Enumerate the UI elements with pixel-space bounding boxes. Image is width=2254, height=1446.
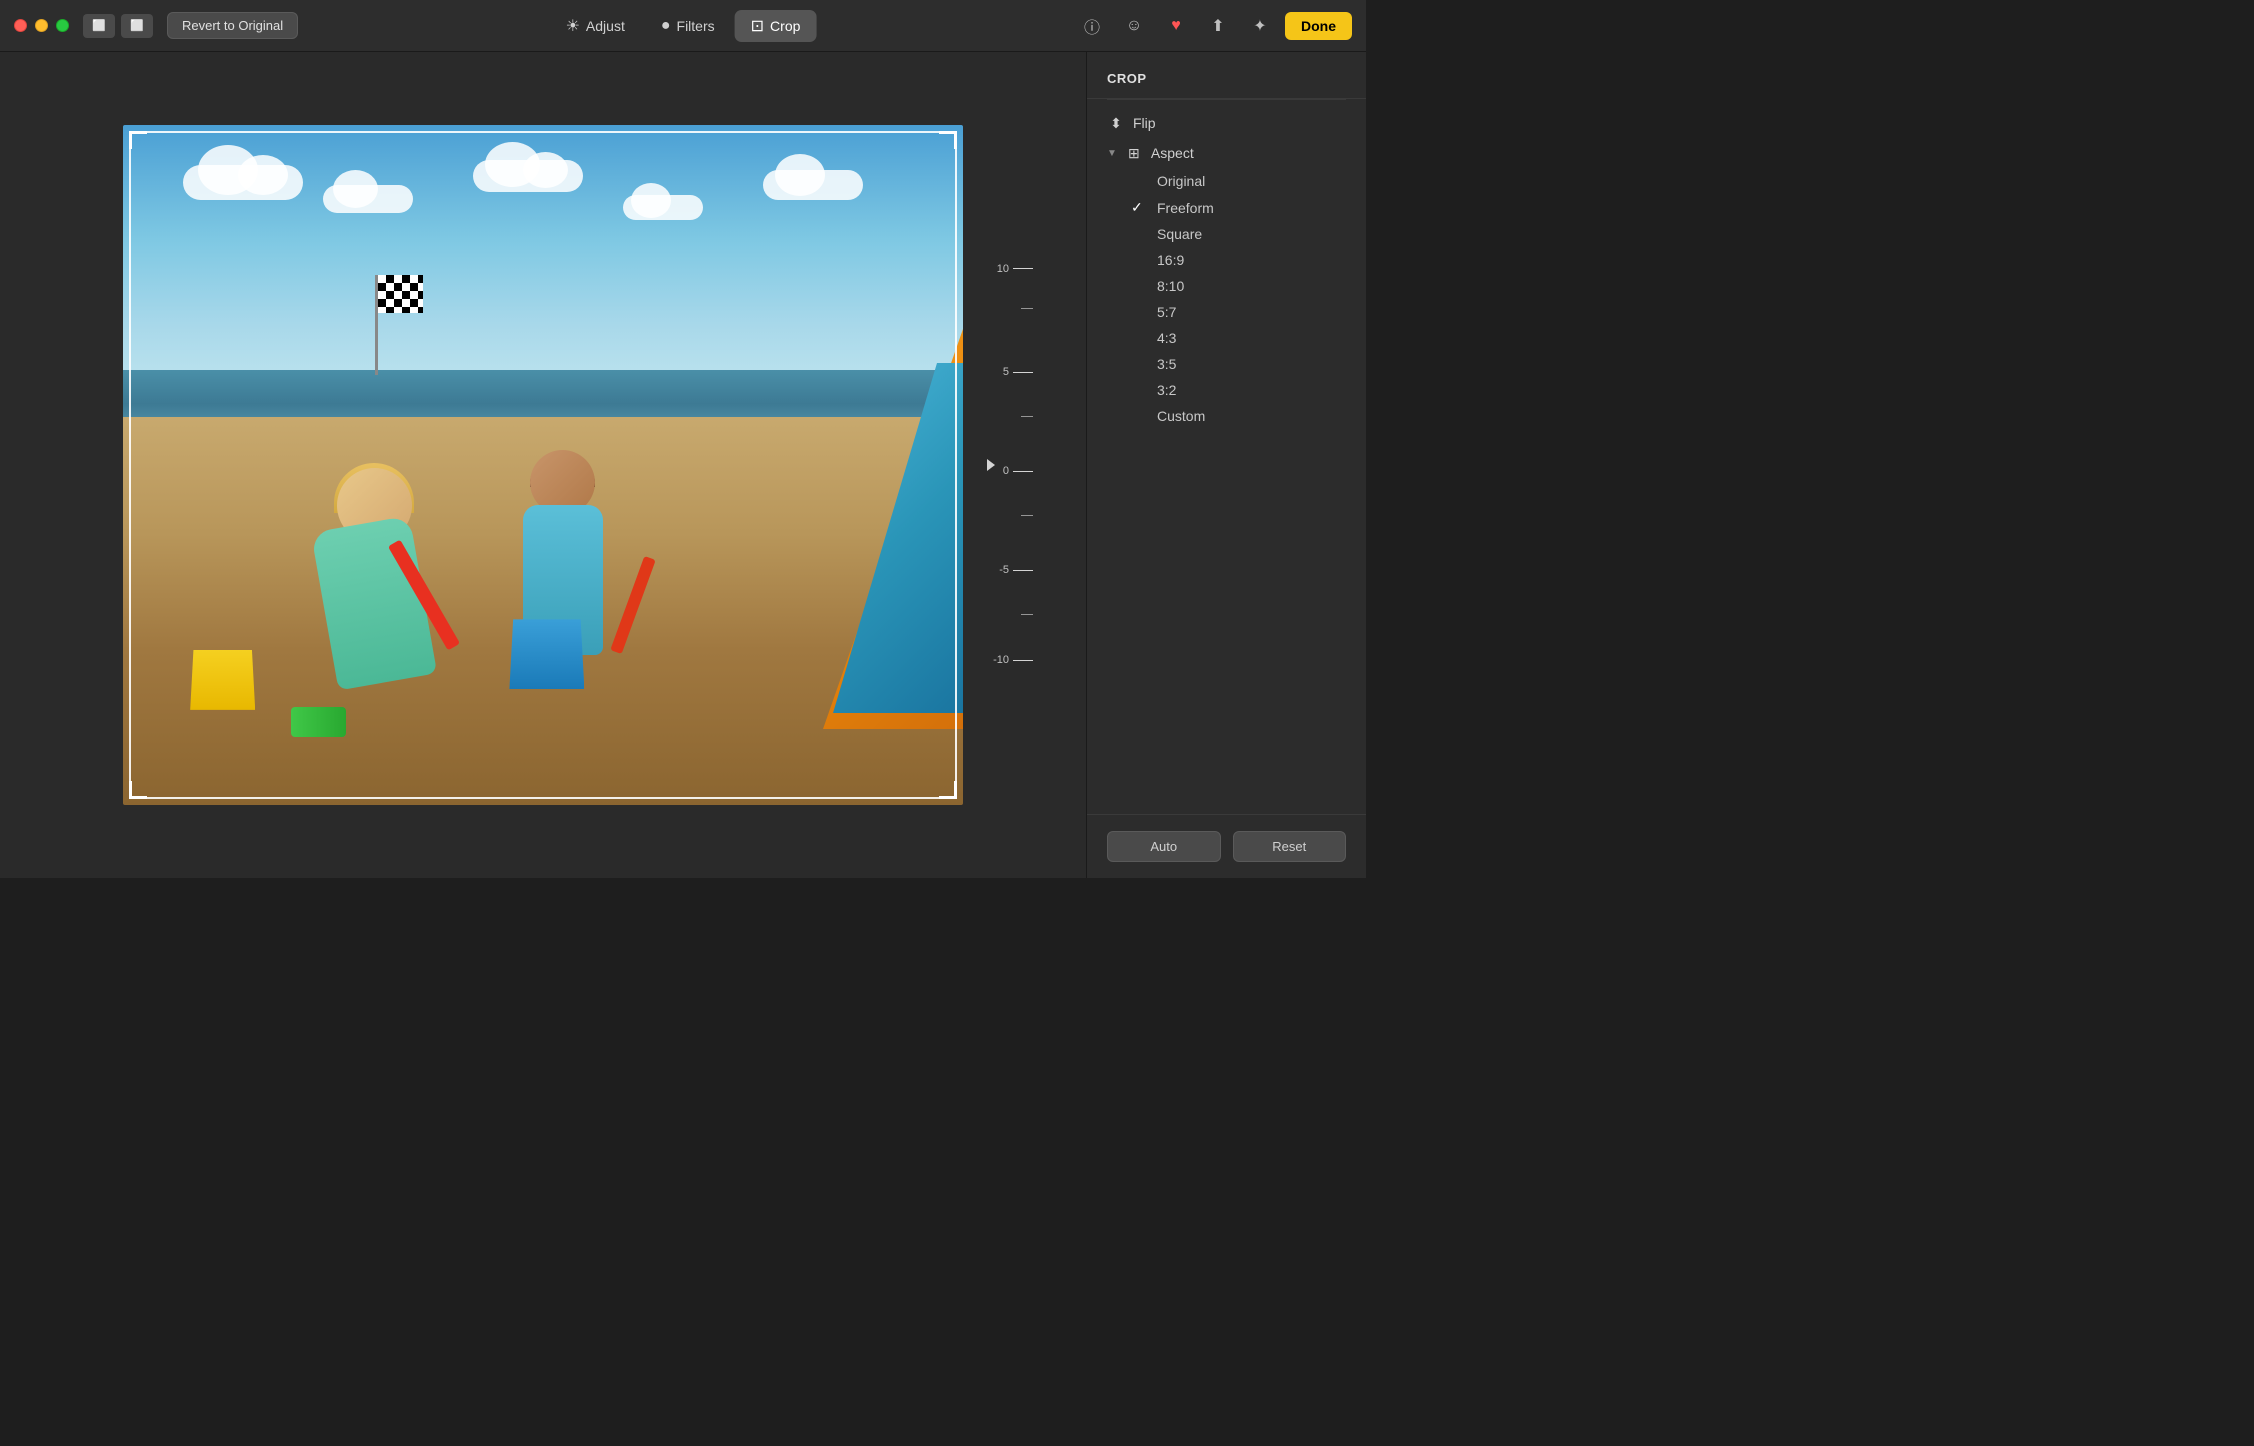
bucket-yellow (190, 650, 255, 710)
adjust-icon: ☀ (566, 16, 580, 36)
aspect-5-7[interactable]: 5:7 (1087, 299, 1366, 325)
cloud-1 (183, 165, 303, 200)
child-right (493, 375, 633, 655)
auto-button[interactable]: Auto (1107, 831, 1221, 862)
sidebar: CROP ⬍ Flip ▼ ⊞ Aspect Original (1086, 52, 1366, 878)
8-10-label: 8:10 (1157, 278, 1184, 294)
spade-green (291, 707, 346, 737)
aspect-original[interactable]: Original (1087, 168, 1366, 194)
tile-right-button[interactable]: ⬜ (121, 14, 153, 38)
cloud-3 (473, 160, 583, 192)
aspect-3-2[interactable]: 3:2 (1087, 377, 1366, 403)
reset-button[interactable]: Reset (1233, 831, 1347, 862)
rotation-ruler: 10 5 0 (983, 215, 1043, 715)
maximize-button[interactable] (56, 19, 69, 32)
toolbar-center: ☀ Adjust ● Filters ⊡ Crop (550, 10, 817, 42)
aspect-item[interactable]: ▼ ⊞ Aspect (1087, 138, 1366, 168)
flag (378, 275, 423, 313)
ruler-mark-neg5: -5 (985, 564, 1033, 576)
photo-container: 10 5 0 (123, 125, 963, 805)
crop-label: Crop (770, 18, 800, 34)
emoji-button[interactable]: ☺ (1117, 12, 1151, 40)
ruler-mark-5: 5 (985, 366, 1033, 378)
ruler-mark-minor2 (993, 416, 1033, 417)
toolbar-right: ⓘ ☺ ♥ ⬆ ✦ Done (1075, 12, 1352, 40)
5-7-label: 5:7 (1157, 304, 1176, 320)
magic-button[interactable]: ✦ (1243, 12, 1277, 40)
clouds (123, 145, 963, 349)
filters-button[interactable]: ● Filters (645, 11, 731, 41)
cloud-5 (763, 170, 863, 200)
filters-icon: ● (661, 17, 671, 35)
minimize-button[interactable] (35, 19, 48, 32)
info-icon: ⓘ (1084, 14, 1100, 38)
ruler-mark-minor3 (993, 515, 1033, 516)
sidebar-header: CROP (1087, 52, 1366, 99)
bucket-blue (509, 619, 584, 689)
sidebar-footer: Auto Reset (1087, 814, 1366, 878)
3-2-label: 3:2 (1157, 382, 1176, 398)
share-icon: ⬆ (1211, 16, 1224, 36)
sidebar-content: ⬍ Flip ▼ ⊞ Aspect Original ✓ Freeform (1087, 100, 1366, 814)
16-9-label: 16:9 (1157, 252, 1184, 268)
aspect-4-3[interactable]: 4:3 (1087, 325, 1366, 351)
photo-area: 10 5 0 (0, 52, 1086, 878)
square-label: Square (1157, 226, 1202, 242)
close-button[interactable] (14, 19, 27, 32)
aspect-3-5[interactable]: 3:5 (1087, 351, 1366, 377)
aspect-freeform[interactable]: ✓ Freeform (1087, 194, 1366, 221)
traffic-lights (14, 19, 69, 32)
aspect-8-10[interactable]: 8:10 (1087, 273, 1366, 299)
emoji-icon: ☺ (1126, 17, 1142, 35)
aspect-label: Aspect (1151, 145, 1346, 161)
info-button[interactable]: ⓘ (1075, 12, 1109, 40)
aspect-section: Original ✓ Freeform Square 16:9 8:10 (1087, 168, 1366, 429)
ruler-mark-0: 0 (985, 465, 1033, 477)
sidebar-title: CROP (1107, 71, 1147, 86)
aspect-16-9[interactable]: 16:9 (1087, 247, 1366, 273)
main-area: 10 5 0 (0, 52, 1366, 878)
cloud-2 (323, 185, 413, 213)
custom-label: Custom (1157, 408, 1205, 424)
4-3-label: 4:3 (1157, 330, 1176, 346)
window-controls: ⬜ ⬜ (83, 14, 153, 38)
adjust-label: Adjust (586, 18, 625, 34)
crop-button[interactable]: ⊡ Crop (735, 10, 817, 42)
cloud-4 (623, 195, 703, 220)
aspect-custom[interactable]: Custom (1087, 403, 1366, 429)
flip-item[interactable]: ⬍ Flip (1087, 108, 1366, 138)
original-label: Original (1157, 173, 1205, 189)
ruler-mark-minor1 (993, 308, 1033, 309)
ruler-mark-minor4 (993, 614, 1033, 615)
ruler-marks: 10 5 0 (983, 240, 1033, 690)
aspect-chevron-icon: ▼ (1107, 148, 1117, 159)
adjust-button[interactable]: ☀ Adjust (550, 10, 641, 42)
flip-icon: ⬍ (1107, 114, 1125, 132)
share-button[interactable]: ⬆ (1201, 12, 1235, 40)
child-left-body (311, 515, 437, 690)
ruler-pointer (987, 459, 995, 471)
freeform-label: Freeform (1157, 200, 1214, 216)
3-5-label: 3:5 (1157, 356, 1176, 372)
ruler-mark-neg10: -10 (985, 654, 1033, 666)
tile-left-button[interactable]: ⬜ (83, 14, 115, 38)
heart-icon: ♥ (1171, 17, 1181, 35)
magic-icon: ✦ (1253, 16, 1266, 36)
heart-button[interactable]: ♥ (1159, 12, 1193, 40)
crop-icon: ⊡ (751, 16, 764, 36)
filters-label: Filters (677, 18, 715, 34)
flip-label: Flip (1133, 115, 1346, 131)
freeform-check: ✓ (1131, 199, 1147, 216)
aspect-square[interactable]: Square (1087, 221, 1366, 247)
aspect-icon: ⊞ (1125, 144, 1143, 162)
titlebar: ⬜ ⬜ Revert to Original ☀ Adjust ● Filter… (0, 0, 1366, 52)
revert-button[interactable]: Revert to Original (167, 12, 298, 39)
ruler-mark-10: 10 (985, 263, 1033, 275)
beach-photo (123, 125, 963, 805)
done-button[interactable]: Done (1285, 12, 1352, 40)
